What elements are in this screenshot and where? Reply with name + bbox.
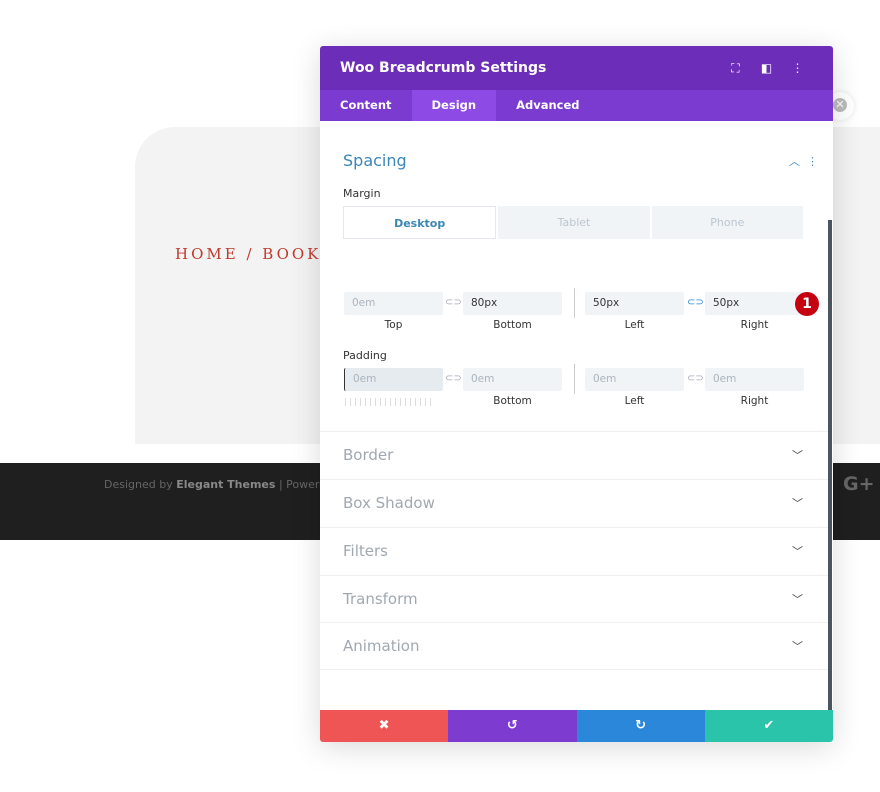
section-title: Animation	[343, 637, 420, 655]
margin-top-label: Top	[384, 319, 403, 331]
section-title: Box Shadow	[343, 494, 435, 512]
undo-button[interactable]: ↺	[448, 710, 577, 742]
redo-icon: ↻	[635, 718, 647, 733]
modal-tabs: Content Design Advanced	[320, 90, 833, 121]
device-tab-desktop[interactable]: Desktop	[343, 206, 497, 239]
chevron-down-icon: ﹀	[792, 545, 803, 558]
padding-label: Padding	[343, 349, 387, 362]
chevron-up-icon[interactable]: ︿	[789, 155, 800, 168]
settings-modal: Woo Breadcrumb Settings ⛶ ◧ ⋮ Content De…	[320, 46, 833, 742]
padding-right-input[interactable]: 0em	[705, 368, 804, 391]
section-title: Transform	[343, 590, 418, 608]
more-icon[interactable]: ⋮	[782, 61, 813, 75]
device-tabs: Desktop Tablet Phone	[343, 206, 805, 239]
section-animation[interactable]: Animation ﹀	[320, 622, 828, 670]
section-title: Filters	[343, 542, 388, 560]
modal-header: Woo Breadcrumb Settings ⛶ ◧ ⋮	[320, 46, 833, 90]
padding-left-label: Left	[624, 395, 645, 407]
chevron-down-icon: ﹀	[792, 593, 803, 606]
margin-left-label: Left	[624, 319, 645, 331]
divider	[574, 364, 575, 394]
device-tab-tablet[interactable]: Tablet	[498, 206, 650, 239]
margin-bottom-label: Bottom	[493, 319, 532, 331]
section-transform[interactable]: Transform ﹀	[320, 575, 828, 623]
save-button[interactable]: ✔	[704, 710, 833, 742]
margin-label: Margin	[343, 187, 381, 200]
padding-bottom-input[interactable]: 0em	[463, 368, 562, 391]
link-icon[interactable]: ⊂⊃	[687, 297, 704, 308]
cancel-button[interactable]: ✖	[320, 710, 449, 742]
section-title: Border	[343, 446, 394, 464]
unlink-icon[interactable]: ⊂⊃	[687, 373, 704, 384]
footer-credits: Designed by Elegant Themes | Powered b	[104, 478, 343, 491]
step-badge: 1	[795, 292, 819, 316]
section-controls: ︿ ⋮	[789, 153, 818, 169]
modal-title: Woo Breadcrumb Settings	[340, 60, 547, 76]
padding-right-label: Right	[740, 395, 769, 407]
tab-content[interactable]: Content	[320, 90, 412, 121]
more-icon[interactable]: ⋮	[807, 155, 818, 168]
footer-brand-link[interactable]: Elegant Themes	[176, 478, 275, 491]
value-slider[interactable]	[345, 398, 435, 406]
section-border[interactable]: Border ﹀	[320, 431, 828, 479]
fullscreen-icon[interactable]: ⛶	[720, 61, 751, 76]
unlink-icon[interactable]: ⊂⊃	[445, 297, 462, 308]
footer-prefix: Designed by	[104, 478, 177, 491]
chevron-down-icon: ﹀	[792, 497, 803, 510]
padding-bottom-label: Bottom	[493, 395, 532, 407]
section-title-spacing[interactable]: Spacing	[343, 151, 407, 170]
modal-footer: ✖ ↺ ↻ ✔	[320, 710, 833, 742]
device-tab-phone[interactable]: Phone	[651, 206, 803, 239]
check-icon: ✔	[763, 718, 775, 733]
divider	[574, 288, 575, 318]
padding-top-input[interactable]: 0em	[344, 368, 443, 391]
section-box-shadow[interactable]: Box Shadow ﹀	[320, 479, 828, 527]
chevron-down-icon: ﹀	[792, 449, 803, 462]
margin-right-label: Right	[740, 319, 769, 331]
margin-bottom-input[interactable]: 80px	[463, 292, 562, 315]
redo-button[interactable]: ↻	[576, 710, 705, 742]
close-icon: ✖	[378, 718, 390, 733]
chevron-down-icon: ﹀	[792, 640, 803, 653]
close-icon: ✕	[833, 98, 847, 112]
margin-top-input[interactable]: 0em	[344, 292, 443, 315]
google-plus-icon[interactable]: G+	[843, 473, 875, 495]
tab-advanced[interactable]: Advanced	[496, 90, 599, 121]
scrollbar[interactable]	[828, 220, 832, 710]
padding-left-input[interactable]: 0em	[585, 368, 684, 391]
undo-icon: ↺	[506, 718, 518, 733]
margin-left-input[interactable]: 50px	[585, 292, 684, 315]
margin-right-input[interactable]: 50px	[705, 292, 804, 315]
woo-breadcrumb[interactable]: HOME / BOOKS	[175, 245, 335, 263]
unlink-icon[interactable]: ⊂⊃	[445, 373, 462, 384]
tab-design[interactable]: Design	[411, 90, 497, 121]
split-view-icon[interactable]: ◧	[751, 61, 782, 75]
section-filters[interactable]: Filters ﹀	[320, 527, 828, 575]
